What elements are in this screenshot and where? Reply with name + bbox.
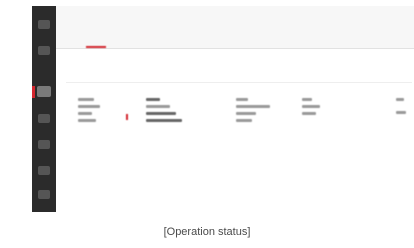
main-content — [56, 56, 414, 212]
table-cell — [396, 98, 404, 101]
table-cell — [146, 105, 170, 108]
table-cell — [236, 119, 252, 122]
table-cell — [78, 119, 96, 122]
tab-overview[interactable] — [86, 36, 106, 48]
grid-icon[interactable] — [38, 46, 50, 55]
app-window — [32, 6, 414, 212]
header — [56, 6, 414, 49]
table-cell — [78, 98, 94, 101]
divider — [66, 82, 412, 83]
dashboard-icon[interactable] — [37, 86, 51, 97]
table-cell — [146, 119, 182, 122]
table-cell — [78, 112, 92, 115]
status-marker — [126, 114, 128, 120]
column-4 — [302, 90, 342, 119]
tab-bar — [86, 36, 126, 48]
settings-icon[interactable] — [38, 166, 50, 175]
table-cell — [396, 111, 406, 114]
table-cell — [236, 112, 256, 115]
table-cell — [146, 112, 176, 115]
table-cell — [302, 98, 312, 101]
tab-secondary[interactable] — [106, 36, 126, 48]
info-icon[interactable] — [38, 190, 50, 199]
table-cell — [236, 105, 270, 108]
list-icon[interactable] — [38, 114, 50, 123]
active-indicator — [32, 86, 35, 98]
document-icon[interactable] — [38, 140, 50, 149]
sidebar — [32, 6, 56, 212]
column-2 — [146, 90, 206, 126]
table-cell — [302, 105, 320, 108]
table-cell — [78, 105, 100, 108]
caption: [Operation status] — [163, 226, 251, 238]
table-cell — [302, 112, 316, 115]
column-1 — [78, 90, 118, 126]
table-cell — [236, 98, 248, 101]
column-5 — [396, 90, 414, 118]
table-cell — [146, 98, 160, 101]
menu-icon[interactable] — [38, 20, 50, 29]
